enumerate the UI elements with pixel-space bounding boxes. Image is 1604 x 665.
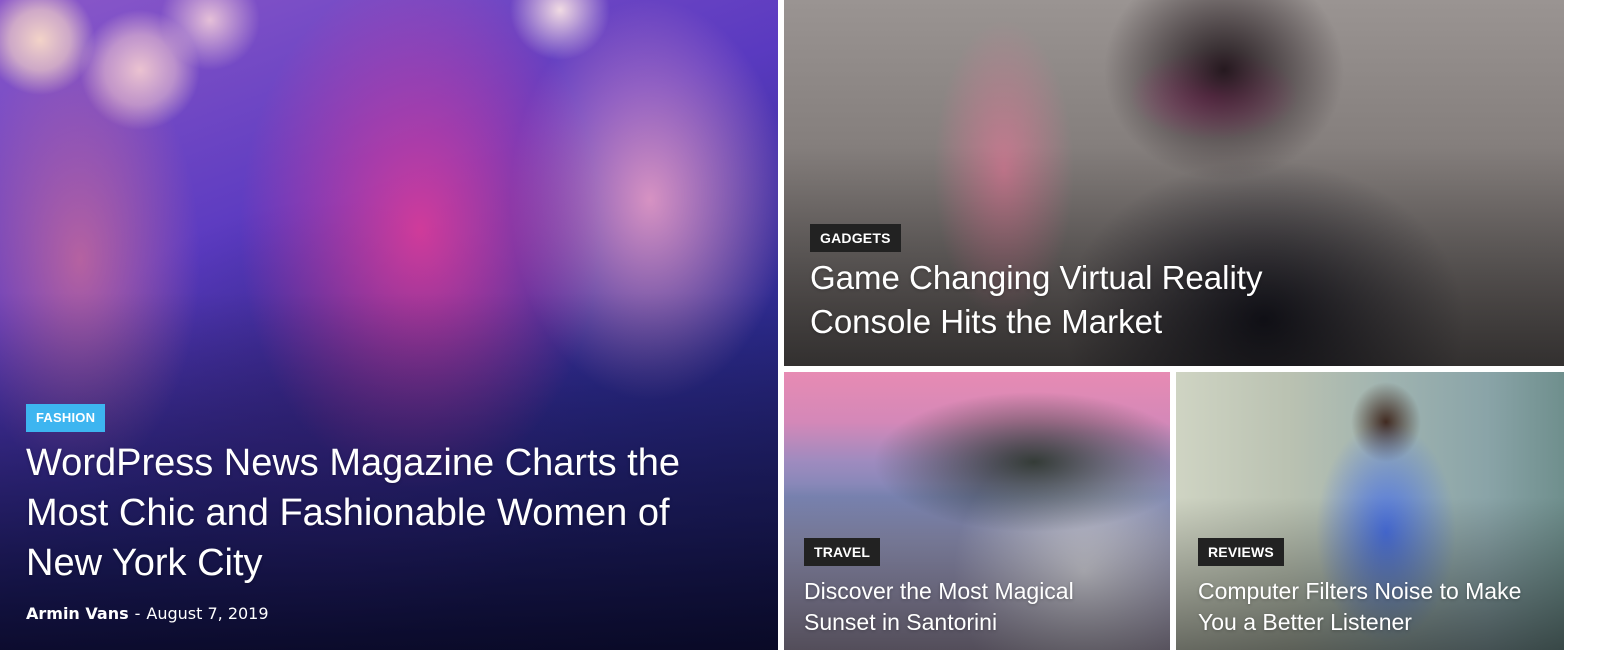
category-badge-fashion[interactable]: FASHION <box>26 404 106 432</box>
post-date: August 7, 2019 <box>146 604 269 623</box>
post-author[interactable]: Armin Vans <box>26 604 129 623</box>
post-title-vr[interactable]: Game Changing Virtual Reality Console Hi… <box>810 256 1370 344</box>
category-badge-reviews[interactable]: REVIEWS <box>1198 538 1284 566</box>
post-title-santorini[interactable]: Discover the Most Magical Sunset in Sant… <box>804 576 1144 638</box>
meta-separator: - <box>134 604 141 623</box>
category-badge-gadgets[interactable]: GADGETS <box>810 224 901 252</box>
post-tile-reviews[interactable]: REVIEWS Computer Filters Noise to Make Y… <box>1176 372 1564 650</box>
post-tile-gadgets[interactable]: GADGETS Game Changing Virtual Reality Co… <box>784 0 1564 366</box>
post-tile-travel[interactable]: TRAVEL Discover the Most Magical Sunset … <box>784 372 1170 650</box>
featured-post-title[interactable]: WordPress News Magazine Charts the Most … <box>26 438 716 588</box>
post-title-listener[interactable]: Computer Filters Noise to Make You a Bet… <box>1198 576 1548 638</box>
category-badge-travel[interactable]: TRAVEL <box>804 538 881 566</box>
featured-post-tile[interactable]: FASHION WordPress News Magazine Charts t… <box>0 0 778 650</box>
post-meta: Armin Vans - August 7, 2019 <box>26 604 269 623</box>
